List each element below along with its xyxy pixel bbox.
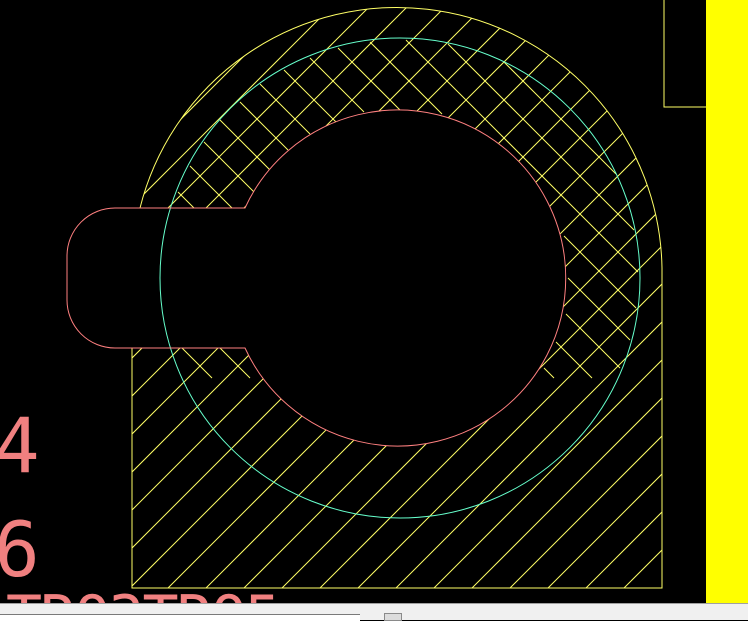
label-line-1: 4 <box>0 401 40 490</box>
label-line-2: 6 <box>0 505 40 594</box>
crosshatch-line <box>563 235 637 309</box>
bore-cutout <box>67 110 566 446</box>
crosshatch-line <box>283 69 337 123</box>
title-block-corner <box>663 0 706 108</box>
crosshatch-line <box>503 61 617 175</box>
cad-drawing[interactable] <box>0 0 748 620</box>
crosshatch-line <box>337 47 401 111</box>
crosshatch-line <box>219 119 271 171</box>
horizontal-scrollbar[interactable] <box>0 603 748 621</box>
cad-drawing-canvas[interactable]: 4 6 TRO3TRO5 <box>0 0 748 620</box>
label-line-3: TRO3TRO5 <box>6 588 279 604</box>
crosshatch-line <box>369 41 443 115</box>
crosshatch-line <box>543 367 555 379</box>
crosshatch-line <box>239 101 289 151</box>
viewport-yellow-bar <box>706 0 748 606</box>
